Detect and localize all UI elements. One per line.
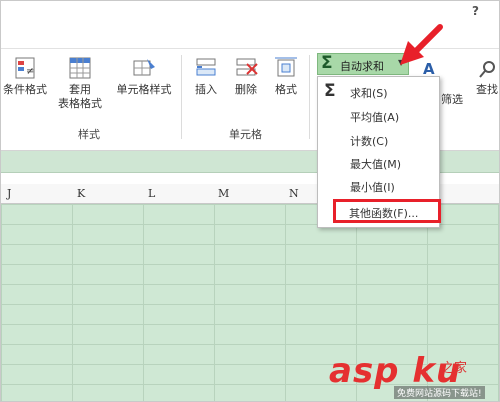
find-icon bbox=[477, 57, 497, 81]
column-header-n[interactable]: N bbox=[289, 187, 299, 200]
menu-item-max[interactable]: 最大值(M) bbox=[350, 156, 401, 172]
highlight-box bbox=[333, 199, 441, 223]
menu-item-count[interactable]: 计数(C) bbox=[350, 133, 388, 149]
find-button[interactable]: 查找 bbox=[473, 57, 499, 97]
menu-item-average[interactable]: 平均值(A) bbox=[350, 109, 399, 125]
sigma-icon: Σ bbox=[324, 81, 336, 101]
format-cells-icon bbox=[273, 55, 299, 81]
cell-styles-icon bbox=[131, 55, 157, 81]
cell-styles-label: 单元格样式 bbox=[116, 83, 172, 96]
insert-cells-icon bbox=[193, 55, 219, 81]
group-divider bbox=[181, 55, 182, 139]
table-format-icon bbox=[67, 55, 93, 81]
insert-label: 插入 bbox=[195, 83, 217, 96]
column-header-j[interactable]: J bbox=[7, 187, 11, 200]
conditional-format-icon: ≠ bbox=[12, 55, 38, 81]
column-header-m[interactable]: M bbox=[218, 187, 229, 200]
red-arrow-annotation bbox=[400, 24, 443, 65]
excel-window: ? ≠ 条件格式 套用 表格格式 单元格样式 样式 插入 删除 格式 单元格 A… bbox=[0, 0, 500, 402]
conditional-format-label: 条件格式 bbox=[3, 83, 47, 96]
group-divider bbox=[309, 55, 310, 139]
insert-button[interactable]: 插入 bbox=[189, 55, 223, 97]
help-button[interactable]: ? bbox=[472, 4, 479, 18]
svg-text:≠: ≠ bbox=[26, 66, 34, 77]
filter-label: 筛选 bbox=[441, 93, 463, 106]
column-header-l[interactable]: L bbox=[148, 187, 155, 200]
watermark-subtitle: 免费网站源码下载站! bbox=[394, 386, 485, 399]
find-label: 查找 bbox=[476, 83, 498, 96]
format-as-table-button[interactable]: 套用 表格格式 bbox=[55, 55, 105, 111]
cell-styles-button[interactable]: 单元格样式 bbox=[111, 55, 177, 97]
delete-label: 删除 bbox=[235, 83, 257, 96]
sigma-icon: Σ bbox=[321, 53, 333, 73]
menu-item-min[interactable]: 最小值(I) bbox=[350, 179, 395, 195]
autosum-label: 自动求和 bbox=[340, 60, 384, 73]
title-bar: ? bbox=[1, 1, 499, 23]
table-format-label-2: 表格格式 bbox=[58, 97, 102, 110]
table-format-label-1: 套用 bbox=[69, 83, 91, 96]
delete-cells-icon bbox=[233, 55, 259, 81]
menu-item-sum[interactable]: 求和(S) bbox=[350, 85, 388, 101]
conditional-format-button[interactable]: ≠ 条件格式 bbox=[1, 55, 51, 97]
column-header-k[interactable]: K bbox=[77, 187, 85, 200]
watermark-zh: 之家 bbox=[441, 361, 468, 376]
cells-group-label: 单元格 bbox=[229, 128, 262, 141]
delete-button[interactable]: 删除 bbox=[229, 55, 263, 97]
format-label: 格式 bbox=[275, 83, 297, 96]
styles-group-label: 样式 bbox=[78, 128, 100, 141]
format-button[interactable]: 格式 bbox=[269, 55, 303, 97]
